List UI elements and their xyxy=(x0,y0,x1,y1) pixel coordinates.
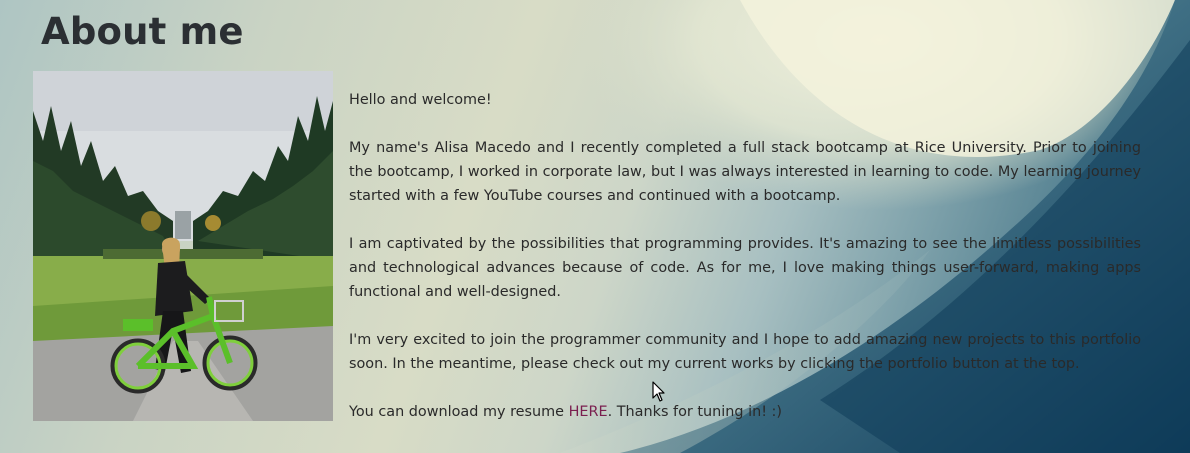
resume-download-link[interactable]: HERE xyxy=(569,404,608,420)
profile-photo xyxy=(33,71,333,421)
about-paragraph-1: My name's Alisa Macedo and I recently co… xyxy=(349,140,1141,204)
resume-line: You can download my resume HERE. Thanks … xyxy=(349,400,1141,424)
resume-suffix: . Thanks for tuning in! :) xyxy=(607,404,783,420)
about-paragraph-3: I'm very excited to join the programmer … xyxy=(349,332,1141,372)
mouse-cursor-icon xyxy=(652,381,665,402)
greeting-text: Hello and welcome! xyxy=(349,92,492,108)
about-paragraph-2: I am captivated by the possibilities tha… xyxy=(349,236,1141,300)
about-content: Hello and welcome! My name's Alisa Maced… xyxy=(349,88,1141,448)
resume-prefix: You can download my resume xyxy=(349,404,569,420)
page-title: About me xyxy=(41,10,244,53)
